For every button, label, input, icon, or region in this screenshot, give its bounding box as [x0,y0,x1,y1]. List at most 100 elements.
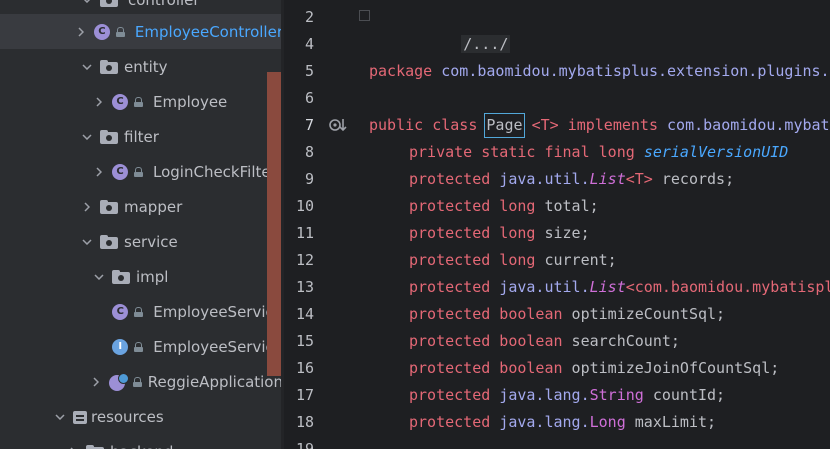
tree-item-employee-controller[interactable]: C EmployeeController [0,14,283,49]
code-line-10[interactable]: protected long total; [409,193,599,220]
identifier: maxLimit; [625,413,717,431]
chevron-down-icon[interactable] [80,60,94,74]
chevron-right-icon[interactable] [92,95,106,109]
tree-item-employee[interactable]: C Employee [0,84,283,119]
package-path: java.util. [499,170,590,188]
class-name-highlight[interactable]: Page [484,113,525,138]
line-number: 2 [304,8,314,26]
type-param: <com.baomidou.mybatisplus.core.metadata.… [625,278,830,296]
chevron-down-icon[interactable] [92,270,106,284]
lock-icon [134,166,143,177]
package-path: java.lang. [499,413,590,431]
tree-item-employee-service[interactable]: I EmployeeService [0,329,283,364]
line-number: 7 [304,116,314,134]
chevron-down-icon[interactable] [53,410,67,424]
spring-app-icon [108,372,129,391]
tree-item-label: service [124,232,178,251]
type-name: List [589,170,626,188]
package-path: java.lang. [499,386,590,404]
chevron-right-icon[interactable] [66,445,80,449]
implemented-by-icon[interactable] [329,116,349,134]
ide-window: controller C EmployeeController entity C… [0,0,830,449]
line-number: 13 [295,278,314,296]
class-icon: C [112,163,128,180]
code-line-14[interactable]: protected boolean optimizeCountSql; [409,301,725,328]
line-number: 5 [304,62,314,80]
chevron-right-icon[interactable] [80,200,94,214]
keyword: class [432,116,478,134]
tree-item-label: impl [136,267,169,286]
line-number: 19 [295,440,314,449]
line-number: 17 [295,386,314,404]
folded-region[interactable]: /.../ [461,35,511,53]
tree-item-label: EmployeeService [153,302,283,321]
code-line-13[interactable]: protected java.util.List<com.baomidou.my… [409,274,830,301]
line-number: 9 [304,170,314,188]
code-line-5[interactable]: package com.baomidou.mybatisplus.extensi… [369,58,830,85]
tree-item-label: Employee [153,92,228,111]
tree-item-backend[interactable]: backend [0,434,283,449]
identifier: total; [535,197,599,215]
chevron-down-icon[interactable] [80,0,94,7]
tree-item-login-check-filter[interactable]: C LoginCheckFilter [0,154,283,189]
line-number: 4 [304,35,314,53]
tree-item-reggie-application[interactable]: ReggieApplication [0,364,283,399]
project-tree[interactable]: controller C EmployeeController entity C… [0,0,283,449]
tree-item-employee-service-impl[interactable]: C EmployeeService [0,294,283,329]
keyword: protected [409,386,491,404]
code-line-8[interactable]: private static final long serialVersionU… [409,139,788,166]
code-area[interactable]: /.../ package com.baomidou.mybatisplus.e… [369,0,830,449]
lock-icon [115,26,125,37]
tree-item-label: entity [124,57,168,76]
identifier: searchCount; [562,332,680,350]
type-name: String [589,386,644,404]
panel-resize-handle[interactable] [267,72,281,376]
tree-item-label: EmployeeService [153,337,283,356]
tree-item-label: backend [110,443,173,449]
chevron-right-icon[interactable] [74,25,88,39]
tree-item-entity[interactable]: entity [0,49,283,84]
tree-item-label: controller [128,0,200,9]
package-path: com.baomidou.mybatisplus.extension.plugi… [441,62,830,80]
chevron-right-icon[interactable] [92,165,106,179]
identifier: optimizeJoinOfCountSql; [562,359,780,377]
tree-item-label: mapper [124,197,183,216]
chevron-down-icon[interactable] [80,130,94,144]
line-number: 6 [304,89,314,107]
tree-item-impl[interactable]: impl [0,259,283,294]
tree-item-service[interactable]: service [0,224,283,259]
keyword: protected boolean [409,305,563,323]
chevron-right-icon[interactable] [89,375,103,389]
code-editor[interactable]: 2 4 5 6 7 8 9 10 11 12 13 14 15 16 17 18… [284,0,830,449]
code-line-9[interactable]: protected java.util.List<T> records; [409,166,734,193]
code-line-18[interactable]: protected java.lang.Long maxLimit; [409,409,716,436]
identifier: countId; [643,386,726,404]
chevron-down-icon[interactable] [80,235,94,249]
tree-item-label: resources [91,407,164,426]
code-line-15[interactable]: protected boolean searchCount; [409,328,680,355]
tree-item-label: ReggieApplication [147,372,283,391]
line-number: 15 [295,332,314,350]
code-line-2[interactable]: /.../ [389,4,511,53]
tree-item-label: filter [124,127,159,146]
code-line-17[interactable]: protected java.lang.String countId; [409,382,725,409]
tree-item-filter[interactable]: filter [0,119,283,154]
resources-folder-icon [73,409,89,425]
line-number: 14 [295,305,314,323]
type-param: <T> [625,170,653,188]
code-line-7[interactable]: public class Page <T> implements com.bao… [369,112,830,139]
keyword: package [369,62,433,80]
keyword: protected boolean [409,359,563,377]
code-line-11[interactable]: protected long size; [409,220,590,247]
code-line-16[interactable]: protected boolean optimizeJoinOfCountSql… [409,355,779,382]
code-line-12[interactable]: protected long current; [409,247,617,274]
line-number: 18 [295,413,314,431]
tree-item-label: LoginCheckFilter [153,162,277,181]
class-icon: C [112,303,129,320]
lock-icon [134,306,144,317]
keyword: private static final long [409,143,635,161]
tree-item-mapper[interactable]: mapper [0,189,283,224]
tree-item-resources[interactable]: resources [0,399,283,434]
line-number: 8 [304,143,314,161]
field-name: serialVersionUID [643,143,789,161]
